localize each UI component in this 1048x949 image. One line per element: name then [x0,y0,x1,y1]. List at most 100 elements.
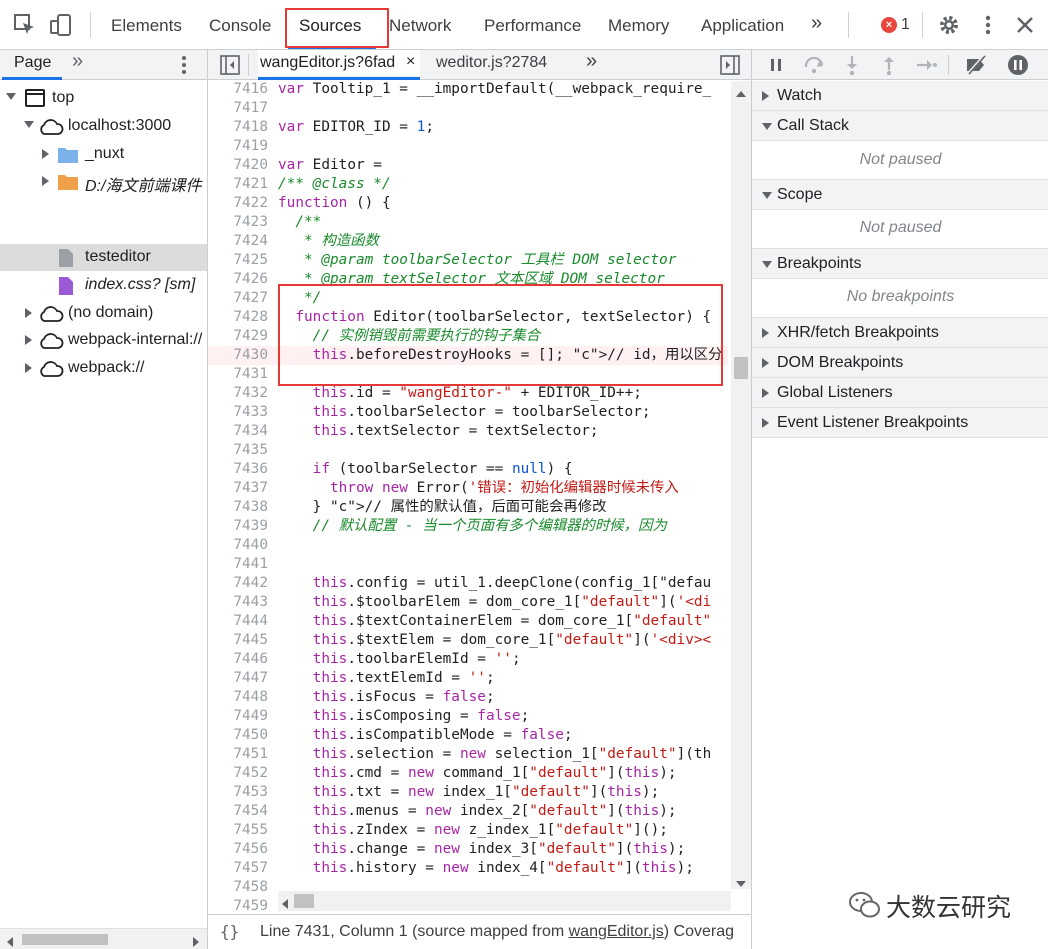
chevron-down-icon[interactable] [6,93,16,100]
line-number[interactable]: 7419 [208,137,268,156]
code-line[interactable]: 7453 this.txt = new index_1["default"](t… [208,783,728,802]
pane-breakpoints[interactable]: Breakpoints [752,249,1048,279]
code-line[interactable]: 7441 [208,555,728,574]
code-line[interactable]: 7455 this.zIndex = new z_index_1["defaul… [208,821,728,840]
kebab-menu-icon[interactable] [975,12,1001,38]
line-number[interactable]: 7438 [208,498,268,517]
line-number[interactable]: 7452 [208,764,268,783]
tree-item-local-folder[interactable]: D:/海文前端课件 [0,168,207,195]
line-number[interactable]: 7449 [208,707,268,726]
line-number[interactable]: 7458 [208,878,268,897]
chevron-down-icon[interactable] [24,121,34,128]
code-line[interactable]: 7434 this.textSelector = textSelector; [208,422,728,441]
line-number[interactable]: 7448 [208,688,268,707]
line-number[interactable]: 7435 [208,441,268,460]
line-number[interactable]: 7417 [208,99,268,118]
code-line[interactable]: 7416 var Tooltip_1 = __importDefault(__we… [208,80,728,99]
line-number[interactable]: 7432 [208,384,268,403]
line-number[interactable]: 7450 [208,726,268,745]
settings-gear-icon[interactable] [936,12,962,38]
tab-memory[interactable]: Memory [608,16,669,36]
code-line[interactable]: 7425 * @param toolbarSelector 工具栏 DOM se… [208,251,728,270]
code-line[interactable]: 7443 this.$toolbarElem = dom_core_1["def… [208,593,728,612]
line-number[interactable]: 7431 [208,365,268,384]
line-number[interactable]: 7424 [208,232,268,251]
tab-application[interactable]: Application [701,16,784,36]
close-icon[interactable] [1012,12,1038,38]
chevron-right-icon[interactable] [25,335,32,345]
more-tabs-button[interactable]: » [811,12,822,35]
scroll-left-icon[interactable] [281,896,289,914]
line-number[interactable]: 7456 [208,840,268,859]
pane-xhr-breakpoints[interactable]: XHR/fetch Breakpoints [752,318,1048,348]
tree-item-no-domain[interactable]: (no domain) [0,300,207,327]
tree-item-index-css[interactable]: index.css? [sm] [0,272,207,299]
line-number[interactable]: 7421 [208,175,268,194]
line-number[interactable]: 7439 [208,517,268,536]
chevron-right-icon[interactable] [42,149,49,159]
tree-item-testeditor[interactable]: testeditor [0,244,207,271]
line-number[interactable]: 7430 [208,346,268,365]
tree-item-top[interactable]: top [0,85,207,112]
code-line[interactable]: 7450 this.isCompatibleMode = false; [208,726,728,745]
code-line[interactable]: 7448 this.isFocus = false; [208,688,728,707]
scrollbar-thumb[interactable] [22,934,108,945]
line-number[interactable]: 7416 [208,80,268,99]
pane-scope[interactable]: Scope [752,180,1048,210]
code-line[interactable]: 7435 [208,441,728,460]
code-line[interactable]: 7447 this.textElemId = ''; [208,669,728,688]
error-icon[interactable]: × [881,17,897,33]
line-number[interactable]: 7418 [208,118,268,137]
line-number[interactable]: 7457 [208,859,268,878]
code-line[interactable]: 7456 this.change = new index_3["default"… [208,840,728,859]
code-line[interactable]: 7420 var Editor = [208,156,728,175]
toggle-navigator-icon[interactable] [220,55,240,80]
tab-elements[interactable]: Elements [111,16,182,36]
pane-call-stack[interactable]: Call Stack [752,111,1048,141]
line-number[interactable]: 7426 [208,270,268,289]
code-area[interactable]: 7416 var Tooltip_1 = __importDefault(__we… [208,80,751,914]
code-line[interactable]: 7445 this.$textElem = dom_core_1["defaul… [208,631,728,650]
step-into-icon[interactable] [840,53,864,77]
code-line[interactable]: 7419 [208,137,728,156]
line-number[interactable]: 7428 [208,308,268,327]
code-vertical-scrollbar[interactable] [731,81,751,889]
tree-item-webpack-internal[interactable]: webpack-internal:// [0,327,207,354]
more-editor-tabs-button[interactable]: » [586,50,597,73]
code-line[interactable]: 7457 this.history = new index_4["default… [208,859,728,878]
line-number[interactable]: 7453 [208,783,268,802]
code-line[interactable]: 7444 this.$textContainerElem = dom_core_… [208,612,728,631]
pane-dom-breakpoints[interactable]: DOM Breakpoints [752,348,1048,378]
line-number[interactable]: 7423 [208,213,268,232]
line-number[interactable]: 7436 [208,460,268,479]
scroll-left-icon[interactable] [6,934,14,949]
line-number[interactable]: 7455 [208,821,268,840]
code-line[interactable]: 7433 this.toolbarSelector = toolbarSelec… [208,403,728,422]
navigator-horizontal-scrollbar[interactable] [0,928,207,949]
code-line[interactable]: 7422 function () { [208,194,728,213]
editor-tab-wangeditor[interactable]: wangEditor.js?6fad [258,50,420,76]
pane-global-listeners[interactable]: Global Listeners [752,378,1048,408]
tab-performance[interactable]: Performance [484,16,581,36]
chevron-right-icon[interactable] [25,308,32,318]
step-over-icon[interactable] [802,53,826,77]
line-number[interactable]: 7442 [208,574,268,593]
code-line[interactable]: 7451 this.selection = new selection_1["d… [208,745,728,764]
code-line[interactable]: 7418 var EDITOR_ID = 1; [208,118,728,137]
code-line[interactable]: 7421 /** @class */ [208,175,728,194]
code-line[interactable]: 7436 if (toolbarSelector == null) { [208,460,728,479]
deactivate-breakpoints-icon[interactable] [964,53,988,77]
line-number[interactable]: 7443 [208,593,268,612]
code-line[interactable]: 7417 [208,99,728,118]
line-number[interactable]: 7459 [208,897,268,914]
editor-tab-weditor[interactable]: weditor.js?2784 [436,54,547,72]
line-number[interactable]: 7433 [208,403,268,422]
pause-icon[interactable] [764,53,788,77]
chevron-right-icon[interactable] [42,176,49,186]
code-line[interactable]: 7442 this.config = util_1.deepClone(conf… [208,574,728,593]
code-line[interactable]: 7438 } "c">// 属性的默认值，后面可能会再修改 [208,498,728,517]
code-line[interactable]: 7424 * 构造函数 [208,232,728,251]
line-number[interactable]: 7454 [208,802,268,821]
pretty-print-button[interactable]: {} [220,922,239,941]
line-number[interactable]: 7440 [208,536,268,555]
